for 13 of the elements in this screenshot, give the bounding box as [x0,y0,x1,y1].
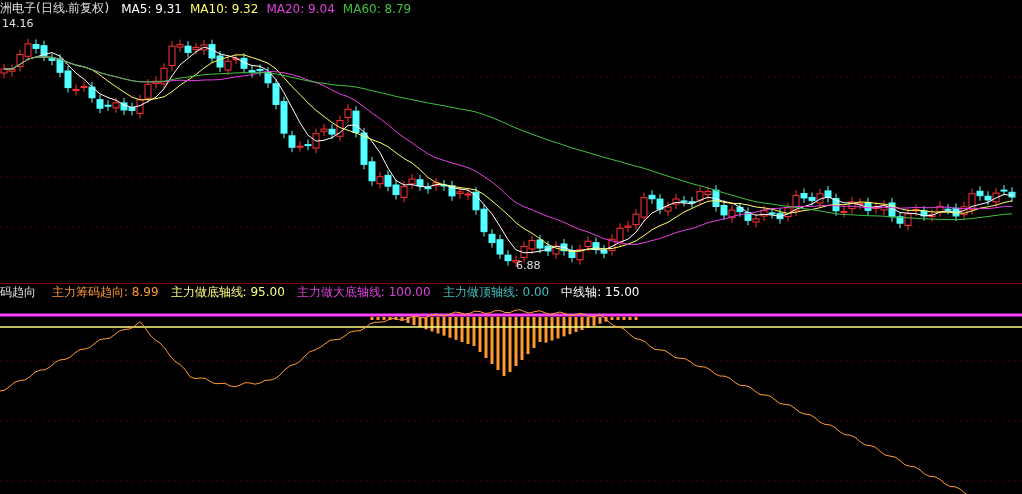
low-price-label: 6.88 [516,259,541,272]
chart-title: 洲电子(日线.前复权) [0,0,110,17]
moving-average-reading: MA5: 9.31 [121,1,182,16]
indicator-title: 码趋向 [0,284,36,301]
moving-average-reading: MA60: 8.79 [342,1,412,16]
high-price-label: 14.16 [2,17,34,30]
indicator-reading: 主力做顶轴线: 0.00 [442,284,550,301]
indicator-reading: 中线轴: 15.00 [561,284,640,301]
indicator-reading: 主力筹码趋向: 8.99 [52,284,159,301]
indicator-reading: 主力做底轴线: 95.00 [170,284,285,301]
moving-average-reading: MA10: 9.32 [189,1,259,16]
indicator-reading: 主力做大底轴线: 100.00 [296,284,431,301]
moving-average-reading: MA20: 9.04 [266,1,335,16]
